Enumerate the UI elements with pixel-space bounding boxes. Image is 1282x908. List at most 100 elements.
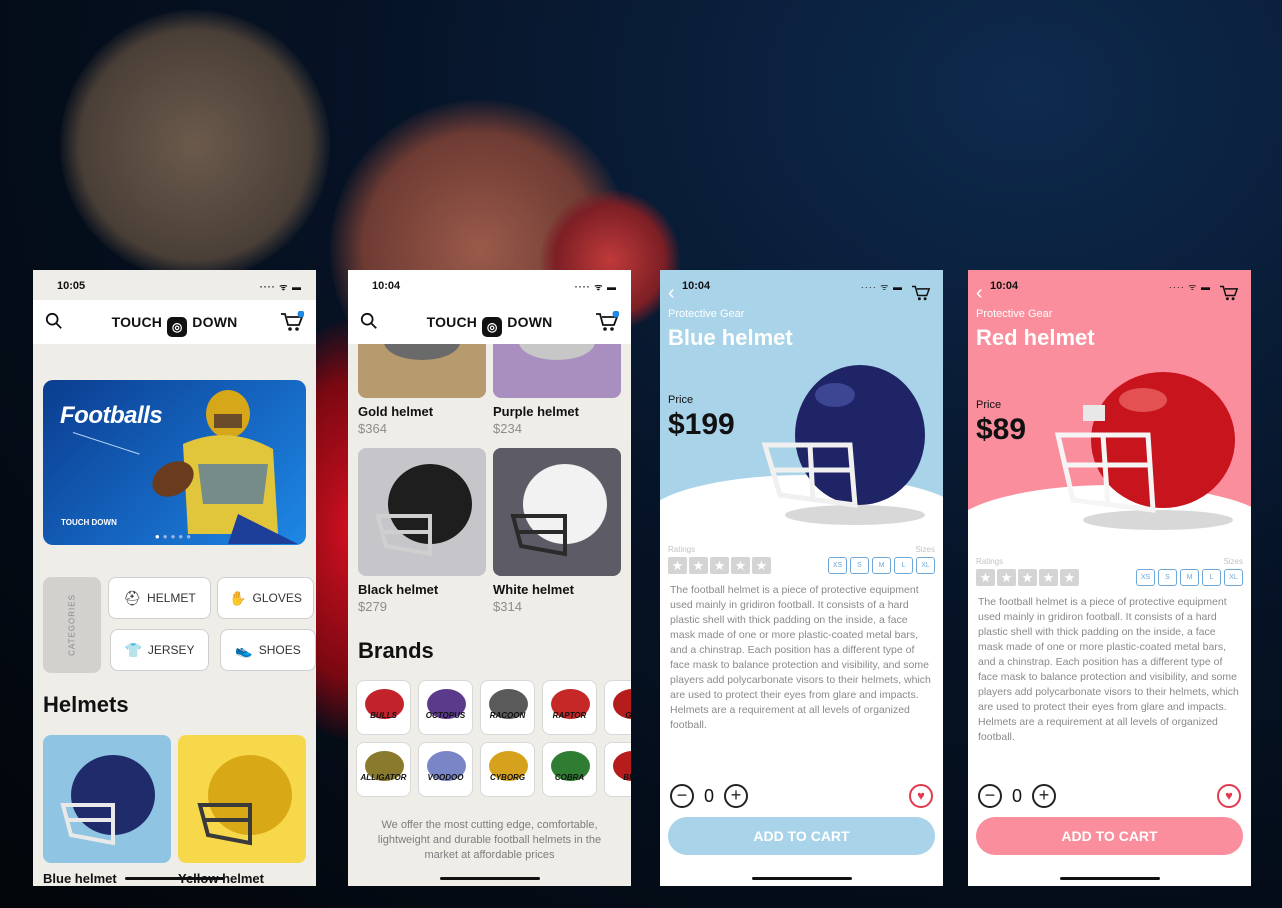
brand-name: ALLIGATOR xyxy=(360,773,407,782)
star-icon[interactable]: ★ xyxy=(1018,569,1037,586)
brands-title: Brands xyxy=(358,638,434,663)
banner-logo: TOUCH DOWN xyxy=(61,518,117,527)
brand-logo[interactable]: OCTOPUS xyxy=(418,680,473,735)
helmet-image xyxy=(1054,372,1235,530)
brand-logo[interactable]: COBRA xyxy=(542,742,597,797)
product-name: Black helmet xyxy=(358,582,439,597)
size-option[interactable]: XL xyxy=(1224,569,1243,586)
size-option[interactable]: XS xyxy=(1136,569,1155,586)
cart-icon[interactable] xyxy=(595,311,619,333)
helmet-icon: ⛑ xyxy=(123,589,142,606)
cart-icon[interactable] xyxy=(280,311,304,333)
brand-name: GO xyxy=(625,711,631,720)
size-selector: XS S M L XL xyxy=(1136,569,1243,586)
categories-tab[interactable]: CATEGORIES xyxy=(43,577,101,673)
status-time: 10:04 xyxy=(372,280,401,292)
decrement-button[interactable]: − xyxy=(670,784,694,808)
back-icon[interactable]: ‹ xyxy=(976,282,983,305)
favorite-heart-icon[interactable]: ♥ xyxy=(909,784,933,808)
bokeh-light xyxy=(60,10,330,280)
banner-title: Footballs xyxy=(60,402,163,429)
product-card-black-helmet[interactable] xyxy=(358,448,486,576)
brand-name: VOODOO xyxy=(427,773,464,782)
star-icon[interactable]: ★ xyxy=(731,557,750,574)
helmet-image xyxy=(761,365,925,525)
brand-name: COBRA xyxy=(554,773,585,782)
brand-logo[interactable]: RACOON xyxy=(480,680,535,735)
brand-name: RACOON xyxy=(489,711,526,720)
home-indicator xyxy=(1059,877,1160,880)
cart-icon[interactable] xyxy=(911,284,931,302)
status-time: 10:05 xyxy=(57,280,86,292)
category-chip-gloves[interactable]: ✋ GLOVES xyxy=(217,577,314,619)
catalog-screen: 10:04 ···· ᯤ ▬ TOUCH ◎ DOWN Gold helmet … xyxy=(348,270,631,886)
increment-button[interactable]: + xyxy=(724,784,749,808)
product-detail-blue: ‹ 10:04 ···· ᯤ ▬ Protective Gear Blue he… xyxy=(660,270,943,886)
ratings-label: Ratings xyxy=(668,545,696,554)
product-card-white-helmet[interactable] xyxy=(493,448,621,576)
cart-icon[interactable] xyxy=(1219,284,1239,302)
brand-logo[interactable]: GO xyxy=(604,680,631,735)
gloves-icon: ✋ xyxy=(229,589,247,606)
rating-stars[interactable]: ★ ★ ★ ★ ★ xyxy=(668,557,771,574)
signal-wifi-battery-icon: ···· ᯤ ▬ xyxy=(1168,282,1211,292)
size-option[interactable]: L xyxy=(1202,569,1221,586)
promo-banner[interactable]: Footballs TOUCH DOWN ●●●●● xyxy=(43,380,306,545)
add-to-cart-button[interactable]: ADD TO CART xyxy=(668,817,935,855)
product-card-yellow-helmet[interactable] xyxy=(178,735,306,863)
product-price: $199 xyxy=(668,408,735,441)
product-name: White helmet xyxy=(493,582,574,597)
brand-logo[interactable]: BUL xyxy=(604,742,631,797)
add-to-cart-button[interactable]: ADD TO CART xyxy=(976,817,1243,855)
brand-logo[interactable]: CYBORG xyxy=(480,742,535,797)
sizes-label: Sizes xyxy=(1223,557,1243,566)
star-icon[interactable]: ★ xyxy=(997,569,1016,586)
back-icon[interactable]: ‹ xyxy=(668,282,675,305)
size-selector: XS S M L XL xyxy=(828,557,935,574)
product-card-blue-helmet[interactable] xyxy=(43,735,171,863)
favorite-heart-icon[interactable]: ♥ xyxy=(1217,784,1241,808)
signal-wifi-battery-icon: ···· ᯤ ▬ xyxy=(860,282,903,292)
size-option[interactable]: XL xyxy=(916,557,935,574)
brand-logo[interactable]: RAPTOR xyxy=(542,680,597,735)
price-label: Price xyxy=(976,399,1002,411)
rating-stars[interactable]: ★ ★ ★ ★ ★ xyxy=(976,569,1079,586)
star-icon[interactable]: ★ xyxy=(1039,569,1058,586)
category-chip-shoes[interactable]: 👟 SHOES xyxy=(220,629,316,671)
size-option[interactable]: S xyxy=(1158,569,1177,586)
star-icon[interactable]: ★ xyxy=(976,569,995,586)
carousel-dots[interactable]: ●●●●● xyxy=(43,532,306,541)
football-icon: ◎ xyxy=(167,317,188,337)
star-icon[interactable]: ★ xyxy=(752,557,771,574)
star-icon[interactable]: ★ xyxy=(689,557,708,574)
brand-name: BULLS xyxy=(370,711,397,720)
status-time: 10:04 xyxy=(682,280,711,292)
quantity-value: 0 xyxy=(704,785,715,806)
size-option[interactable]: M xyxy=(1180,569,1199,586)
star-icon[interactable]: ★ xyxy=(668,557,687,574)
brand-name: BUL xyxy=(623,773,631,782)
brand-logo[interactable]: VOODOO xyxy=(418,742,473,797)
category-chip-helmet[interactable]: ⛑ HELMET xyxy=(108,577,211,619)
product-name: Purple helmet xyxy=(493,404,579,419)
decrement-button[interactable]: − xyxy=(978,784,1002,808)
chip-label: GLOVES xyxy=(252,591,302,605)
star-icon[interactable]: ★ xyxy=(1060,569,1079,586)
increment-button[interactable]: + xyxy=(1032,784,1057,808)
size-option[interactable]: XS xyxy=(828,557,847,574)
signal-wifi-battery-icon: ···· ᯤ ▬ xyxy=(574,282,617,292)
product-description: The football helmet is a piece of protec… xyxy=(978,596,1239,743)
logo-text-right: DOWN xyxy=(507,314,553,330)
star-icon[interactable]: ★ xyxy=(710,557,729,574)
product-price: $89 xyxy=(976,413,1027,446)
size-option[interactable]: S xyxy=(850,557,869,574)
brand-logo[interactable]: BULLS xyxy=(356,680,411,735)
chip-label: SHOES xyxy=(258,643,301,657)
category-chip-jersey[interactable]: 👕 JERSEY xyxy=(110,629,209,671)
size-option[interactable]: L xyxy=(894,557,913,574)
product-detail-red: ‹ 10:04 ···· ᯤ ▬ Protective Gear Red hel… xyxy=(968,270,1251,886)
size-option[interactable]: M xyxy=(872,557,891,574)
home-screen: 10:05 ···· ᯤ ▬ TOUCH ◎ DOWN Footballs TO… xyxy=(33,270,316,886)
brand-logo[interactable]: ALLIGATOR xyxy=(356,742,411,797)
product-name: Gold helmet xyxy=(358,404,434,419)
